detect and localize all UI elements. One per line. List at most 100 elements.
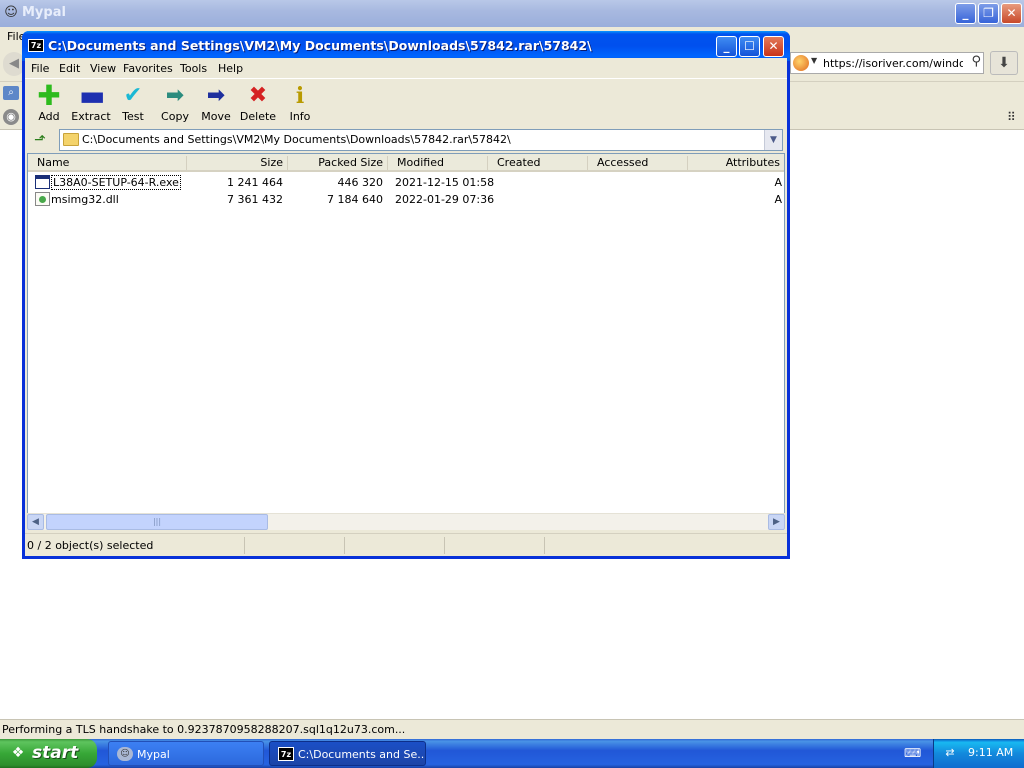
menu-help[interactable]: Help (218, 62, 243, 75)
menu-file[interactable]: File (31, 62, 49, 75)
scroll-left-icon[interactable]: ◀ (27, 514, 44, 530)
browser-status-text: Performing a TLS handshake to 0.92378709… (2, 723, 406, 736)
browser-titlebar[interactable]: ☺ Mypal _ ❐ ✕ (0, 0, 1024, 27)
folder-up-icon[interactable]: ⬏ (29, 130, 51, 150)
close-button[interactable]: ✕ (763, 36, 784, 57)
tab-favicon-icon[interactable]: ◉ (3, 109, 19, 125)
column-attributes[interactable]: Attributes (688, 156, 784, 170)
bookmark-icon[interactable]: ⌕ (3, 86, 19, 100)
menu-favorites[interactable]: Favorites (123, 62, 173, 75)
file-attributes: A (774, 176, 782, 189)
move-arrow-icon: ➡ (206, 83, 226, 108)
selection-status: 0 / 2 object(s) selected (25, 537, 245, 554)
path-row: ⬏ C:\Documents and Settings\VM2\My Docum… (25, 128, 787, 152)
column-modified[interactable]: Modified (388, 156, 488, 170)
info-button[interactable]: i Info (278, 82, 322, 126)
system-tray: ⇄ 9:11 AM (933, 739, 1024, 768)
menu-edit[interactable]: Edit (59, 62, 80, 75)
tab-grid-icon[interactable]: ⠿ (1007, 110, 1016, 124)
browser-close-button[interactable]: ✕ (1001, 3, 1022, 24)
minus-icon: ▬ (79, 79, 106, 112)
copy-arrow-icon: ➡ (165, 83, 185, 108)
menu-view[interactable]: View (90, 62, 116, 75)
extract-button[interactable]: ▬ Extract (68, 82, 114, 126)
windows-logo-icon: ❖ (11, 745, 25, 761)
add-label: Add (38, 110, 60, 123)
scroll-right-icon[interactable]: ▶ (768, 514, 785, 530)
browser-minimize-button[interactable]: _ (955, 3, 976, 24)
file-attributes: A (774, 193, 782, 206)
7zip-toolbar: ✚ Add ▬ Extract ✔ Test ➡ Copy ➡ Move ✖ D… (25, 78, 787, 128)
mypal-app-icon: ☺ (4, 5, 18, 20)
extract-label: Extract (71, 110, 111, 123)
7zip-app-icon: 7z (28, 39, 44, 52)
exe-file-icon (35, 175, 50, 189)
7zip-window: 7z C:\Documents and Settings\VM2\My Docu… (22, 31, 790, 559)
network-icon[interactable]: ⇄ (942, 746, 958, 760)
mypal-app-icon: ☺ (117, 747, 133, 761)
taskbar-item-mypal[interactable]: ☺ Mypal (108, 741, 264, 766)
url-text[interactable]: https://isoriver.com/windows (823, 57, 963, 70)
maximize-button[interactable]: ☐ (739, 36, 760, 57)
start-button[interactable]: ❖ start (0, 739, 97, 768)
folder-icon (63, 133, 79, 146)
chevron-down-icon[interactable]: ▼ (764, 130, 782, 150)
browser-statusbar: Performing a TLS handshake to 0.92378709… (0, 719, 1024, 739)
copy-label: Copy (161, 110, 189, 123)
taskbar-item-label: C:\Documents and Se... (298, 748, 426, 761)
7zip-titlebar[interactable]: 7z C:\Documents and Settings\VM2\My Docu… (22, 31, 790, 61)
column-packed-size[interactable]: Packed Size (288, 156, 388, 170)
7zip-title: C:\Documents and Settings\VM2\My Documen… (48, 38, 592, 53)
search-engine-icon[interactable] (793, 55, 809, 71)
file-row[interactable]: L38A0-SETUP-64-R.exe 1 241 464 446 320 2… (28, 174, 784, 191)
move-button[interactable]: ➡ Move (194, 82, 238, 126)
file-modified: 2022-01-29 07:36 (395, 193, 495, 206)
status-pane (345, 537, 445, 554)
browser-title: Mypal (22, 5, 66, 20)
file-name[interactable]: L38A0-SETUP-64-R.exe (51, 175, 181, 190)
delete-button[interactable]: ✖ Delete (236, 82, 280, 126)
dll-file-icon (35, 192, 50, 206)
7zip-menubar: File Edit View Favorites Tools Help (25, 58, 787, 78)
list-header: Name Size Packed Size Modified Created A… (28, 154, 784, 172)
file-name[interactable]: msimg32.dll (51, 193, 119, 206)
file-row[interactable]: msimg32.dll 7 361 432 7 184 640 2022-01-… (28, 191, 784, 208)
path-combobox[interactable]: C:\Documents and Settings\VM2\My Documen… (59, 129, 783, 151)
clock[interactable]: 9:11 AM (968, 746, 1013, 759)
scroll-thumb[interactable]: ||| (46, 514, 268, 530)
menu-tools[interactable]: Tools (180, 62, 207, 75)
horizontal-scrollbar[interactable]: ◀ ||| ▶ (27, 513, 785, 530)
minimize-button[interactable]: _ (716, 36, 737, 57)
search-icon[interactable]: ⚲ (971, 54, 981, 69)
file-packed-size: 446 320 (337, 176, 384, 189)
add-button[interactable]: ✚ Add (27, 82, 71, 126)
keyboard-icon[interactable]: ⌨ (904, 746, 921, 760)
url-bar[interactable]: ▼ https://isoriver.com/windows ⚲ (790, 52, 984, 74)
move-label: Move (201, 110, 231, 123)
copy-button[interactable]: ➡ Copy (153, 82, 197, 126)
info-label: Info (289, 110, 311, 123)
status-pane (245, 537, 345, 554)
path-text[interactable]: C:\Documents and Settings\VM2\My Documen… (82, 133, 511, 146)
delete-x-icon: ✖ (248, 83, 268, 108)
test-label: Test (122, 110, 144, 123)
delete-label: Delete (239, 110, 277, 123)
status-pane (445, 537, 545, 554)
chevron-down-icon[interactable]: ▼ (811, 56, 817, 65)
browser-restore-button[interactable]: ❐ (978, 3, 999, 24)
download-icon[interactable]: ⬇ (990, 51, 1018, 75)
taskbar-item-label: Mypal (137, 748, 170, 761)
test-button[interactable]: ✔ Test (111, 82, 155, 126)
file-packed-size: 7 184 640 (327, 193, 383, 206)
column-created[interactable]: Created (488, 156, 588, 170)
7zip-statusbar: 0 / 2 object(s) selected (25, 533, 787, 555)
file-list[interactable]: Name Size Packed Size Modified Created A… (27, 153, 785, 516)
column-accessed[interactable]: Accessed (588, 156, 688, 170)
taskbar: ❖ start ☺ Mypal 7z C:\Documents and Se..… (0, 739, 1024, 768)
checkmark-icon: ✔ (123, 83, 143, 108)
file-modified: 2021-12-15 01:58 (395, 176, 495, 189)
plus-icon: ✚ (37, 79, 61, 112)
column-name[interactable]: Name (37, 156, 187, 170)
taskbar-item-7zip[interactable]: 7z C:\Documents and Se... (269, 741, 426, 766)
column-size[interactable]: Size (188, 156, 288, 170)
